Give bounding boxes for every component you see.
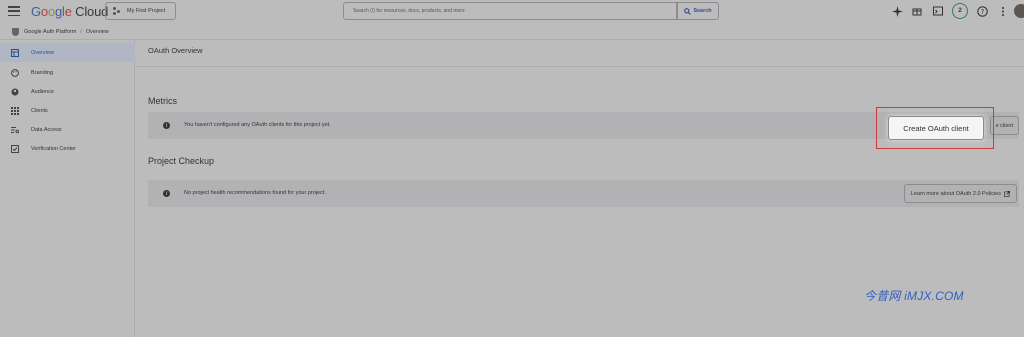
metrics-heading: Metrics [148,96,177,106]
sidebar-item-clients[interactable]: Clients [0,101,135,120]
create-oauth-client-button[interactable]: Create OAuth client [888,116,984,140]
search-button[interactable]: Search [677,2,719,20]
shield-icon [12,27,19,36]
breadcrumb: Google Auth Platform / Overview [0,24,1024,40]
breadcrumb-current: Overview [85,28,109,35]
learn-oauth-policies-button[interactable]: Learn more about OAuth 2.0 Policies [903,184,1017,203]
breadcrumb-separator: / [80,28,82,35]
learn-oauth-policies-label: Learn more about OAuth 2.0 Policies [910,190,1001,197]
sidebar-item-label: Verification Center [31,145,76,152]
page-title: OAuth Overview [148,46,203,55]
cloud-shell-icon[interactable] [931,4,945,18]
info-icon: i [163,122,170,129]
logo-cloud-text: Cloud [75,4,109,19]
sidebar-item-label: Overview [31,49,54,56]
more-vert-icon[interactable] [996,4,1010,18]
gemini-sparkle-icon[interactable] [890,4,904,18]
sidebar-item-verification-center[interactable]: Verification Center [0,139,135,158]
sidebar-item-branding[interactable]: Branding [0,63,135,82]
project-icon [113,7,121,15]
project-checkup-heading: Project Checkup [148,156,215,166]
grid-icon [11,106,19,115]
metrics-message: You haven't configured any OAuth clients… [184,122,331,128]
hamburger-menu-icon[interactable] [8,6,20,16]
watermark: 今昔网 iMJX.COM [864,289,964,303]
sidebar-item-overview[interactable]: Overview [0,43,135,62]
checkup-message: No project health recommendations found … [184,190,326,196]
project-name: My First Project [127,8,166,14]
search-input[interactable]: Search (/) for resources, docs, products… [343,2,677,20]
breadcrumb-root[interactable]: Google Auth Platform [24,29,76,35]
account-avatar[interactable] [1014,4,1024,18]
project-picker-button[interactable]: My First Project [105,2,176,20]
list-settings-icon [11,126,19,134]
palette-icon [11,68,19,77]
account-circle-icon [11,88,19,96]
checklist-icon [11,144,19,153]
header-divider [136,66,1024,67]
google-cloud-logo[interactable]: Google Cloud [31,4,108,19]
search-button-label: Search [693,8,712,14]
svg-text:?: ? [980,8,984,16]
sidebar-item-label: Clients [31,107,48,114]
help-icon[interactable]: ? [975,4,989,18]
sidebar-item-label: Branding [31,69,54,76]
sidebar-item-label: Audience [31,88,54,95]
search-icon [684,7,692,15]
info-icon: i [163,190,170,197]
top-bar: Google Cloud My First Project Search (/)… [0,0,1024,24]
gift-icon[interactable] [910,4,924,18]
dashboard-icon [11,48,19,57]
sidebar: Overview Branding Audience Clients Data … [0,40,135,337]
logo-google-text: Google [31,4,72,19]
sidebar-item-label: Data Access [31,126,62,133]
sidebar-item-data-access[interactable]: Data Access [0,120,135,139]
notifications-badge[interactable]: 2 [952,3,968,19]
project-checkup-banner: i No project health recommendations foun… [148,180,1019,207]
sidebar-item-audience[interactable]: Audience [0,82,135,101]
open-in-new-icon [1004,190,1010,197]
